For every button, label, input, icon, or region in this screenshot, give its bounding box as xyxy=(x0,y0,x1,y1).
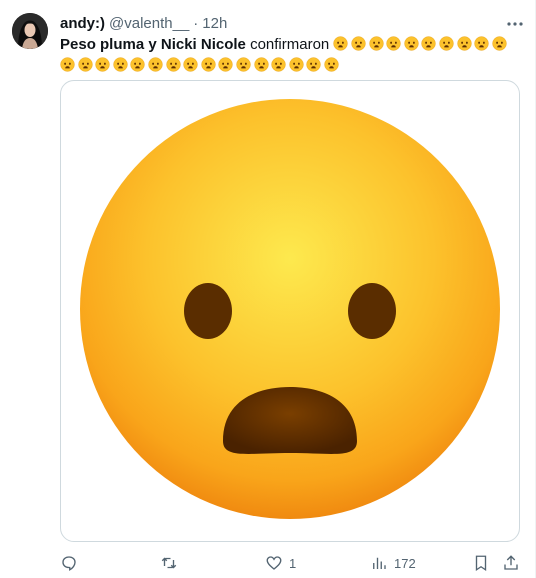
frowning-face-emoji-icon xyxy=(404,36,419,51)
avatar-image xyxy=(12,13,48,49)
frowning-face-emoji-icon xyxy=(253,57,269,72)
frowning-face-emoji-icon xyxy=(77,57,93,72)
frowning-face-emoji-icon xyxy=(351,36,366,51)
avatar[interactable] xyxy=(12,13,48,49)
reply-button[interactable] xyxy=(60,552,84,574)
retweet-button[interactable] xyxy=(160,552,184,574)
frowning-face-emoji-icon xyxy=(456,36,472,51)
heart-icon xyxy=(266,556,282,570)
frowning-face-emoji-icon xyxy=(165,57,181,72)
reply-icon xyxy=(62,556,76,571)
tweet-media-image[interactable] xyxy=(60,80,520,542)
frowning-face-emoji-icon xyxy=(289,57,304,72)
frowning-face-emoji-icon xyxy=(130,57,145,72)
frowning-face-emoji-icon xyxy=(148,57,163,72)
frowning-face-emoji-icon xyxy=(492,36,507,51)
frowning-face-emoji-icon xyxy=(369,36,384,51)
frowning-face-emoji-icon xyxy=(421,36,437,51)
retweet-icon xyxy=(161,557,177,569)
more-options-button[interactable] xyxy=(505,14,525,34)
bookmark-icon xyxy=(475,555,487,572)
views-icon xyxy=(373,557,386,569)
timestamp[interactable]: 12h xyxy=(202,15,227,32)
frowning-face-emoji-icon xyxy=(60,57,75,72)
frowning-face-emoji-icon xyxy=(333,36,349,51)
frowning-face-emoji-image xyxy=(80,99,500,519)
frowning-face-emoji-icon xyxy=(439,36,454,51)
frowning-face-emoji-icon xyxy=(306,57,321,72)
author-handle[interactable]: @valenth__ xyxy=(109,15,189,32)
frowning-face-emoji-icon xyxy=(218,57,233,72)
bookmark-button[interactable] xyxy=(472,552,490,574)
tweet-plain-text: confirmaron xyxy=(250,36,330,53)
frowning-face-emoji-icon xyxy=(474,36,489,51)
frowning-face-emoji-icon xyxy=(271,57,286,72)
frowning-face-emoji-icon xyxy=(183,57,198,72)
author-name[interactable]: andy:) xyxy=(60,15,105,32)
tweet-card[interactable]: andy:) @valenth__ · 12h Peso pluma y Nic… xyxy=(0,0,536,578)
separator-dot: · xyxy=(193,14,199,32)
tweet-bold-text: Peso pluma y Nicki Nicole xyxy=(60,36,246,53)
tweet-header: andy:) @valenth__ · 12h xyxy=(60,12,515,34)
frowning-face-emoji-icon xyxy=(324,57,339,72)
views-count: 172 xyxy=(394,555,416,571)
share-button[interactable] xyxy=(502,552,520,574)
share-icon xyxy=(504,555,518,570)
like-count: 1 xyxy=(289,555,297,571)
tweet-text: Peso pluma y Nicki Nicole confirmaron xyxy=(60,34,510,76)
tweet-actions: 1 172 xyxy=(60,552,530,574)
frowning-face-emoji-icon xyxy=(386,36,401,51)
more-icon xyxy=(507,22,523,26)
views-button[interactable]: 172 xyxy=(370,552,416,574)
like-button[interactable]: 1 xyxy=(265,552,296,574)
frowning-face-emoji-icon xyxy=(113,57,128,72)
frowning-face-emoji-icon xyxy=(236,57,251,72)
frowning-face-emoji-icon xyxy=(201,57,216,72)
frowning-face-emoji-icon xyxy=(95,57,110,72)
